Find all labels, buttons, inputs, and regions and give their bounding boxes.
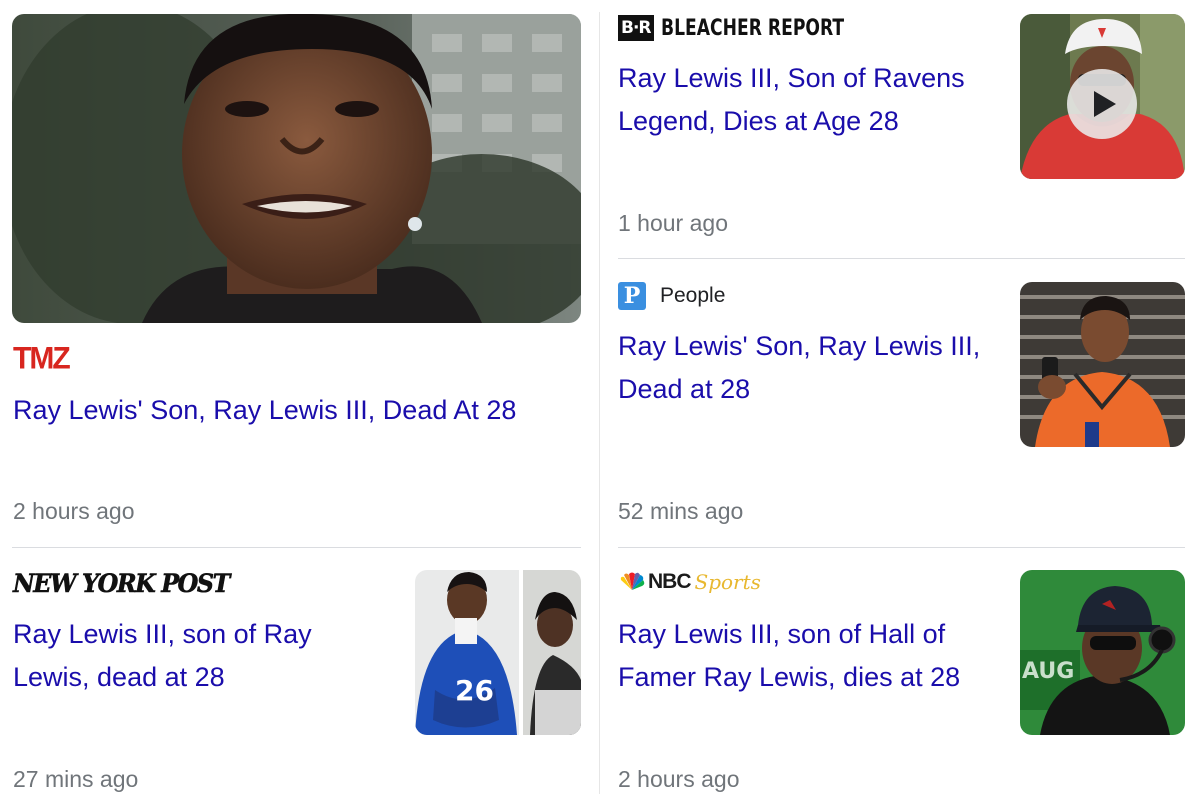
headline-link[interactable]: Ray Lewis III, son of Hall of Famer Ray … (618, 613, 998, 699)
news-card-tmz[interactable]: TMZ Ray Lewis' Son, Ray Lewis III, Dead … (0, 0, 590, 540)
timestamp: 52 mins ago (618, 498, 744, 524)
svg-text:AUG: AUG (1022, 659, 1074, 684)
row-divider (618, 258, 1185, 259)
source-name-suffix: Sports (694, 570, 761, 594)
source-logo-nbc-sports: NBC Sports (618, 570, 761, 594)
article-thumbnail[interactable] (1020, 14, 1185, 179)
peacock-icon (618, 572, 646, 592)
news-card-new-york-post[interactable]: NEW YORK POST Ray Lewis III, son of Ray … (0, 548, 590, 802)
source-logo-people: P People (618, 282, 725, 310)
article-thumbnail[interactable]: AUG (1020, 570, 1185, 735)
source-logo-bleacher-report: B·R BLEACHER REPORT (618, 15, 895, 41)
source-name: BLEACHER REPORT (660, 15, 844, 41)
play-icon[interactable] (1067, 69, 1137, 139)
source-name: People (660, 284, 726, 307)
timestamp: 1 hour ago (618, 210, 728, 236)
news-card-people[interactable]: P People Ray Lewis' Son, Ray Lewis III, … (600, 260, 1200, 547)
news-card-bleacher-report[interactable]: B·R BLEACHER REPORT Ray Lewis III, Son o… (600, 0, 1200, 258)
headline-link[interactable]: Ray Lewis' Son, Ray Lewis III, Dead At 2… (13, 389, 583, 432)
br-badge: B·R (618, 15, 654, 41)
news-card-nbc-sports[interactable]: NBC Sports Ray Lewis III, son of Hall of… (600, 548, 1200, 802)
source-logo-new-york-post: NEW YORK POST (13, 569, 231, 598)
timestamp: 27 mins ago (13, 766, 139, 792)
people-badge: P (618, 282, 646, 310)
headline-link[interactable]: Ray Lewis' Son, Ray Lewis III, Dead at 2… (618, 325, 998, 411)
news-grid: TMZ Ray Lewis' Son, Ray Lewis III, Dead … (0, 0, 1200, 802)
headline-link[interactable]: Ray Lewis III, son of Ray Lewis, dead at… (13, 613, 393, 699)
article-image-large[interactable] (12, 14, 581, 323)
timestamp: 2 hours ago (618, 766, 740, 792)
article-thumbnail[interactable] (1020, 282, 1185, 447)
source-name: NBC (648, 570, 691, 593)
source-logo-tmz: TMZ (13, 341, 71, 376)
article-thumbnail[interactable]: 26 (415, 570, 581, 735)
headline-link[interactable]: Ray Lewis III, Son of Ravens Legend, Die… (618, 57, 998, 143)
svg-text:26: 26 (455, 674, 494, 707)
timestamp: 2 hours ago (13, 498, 135, 524)
